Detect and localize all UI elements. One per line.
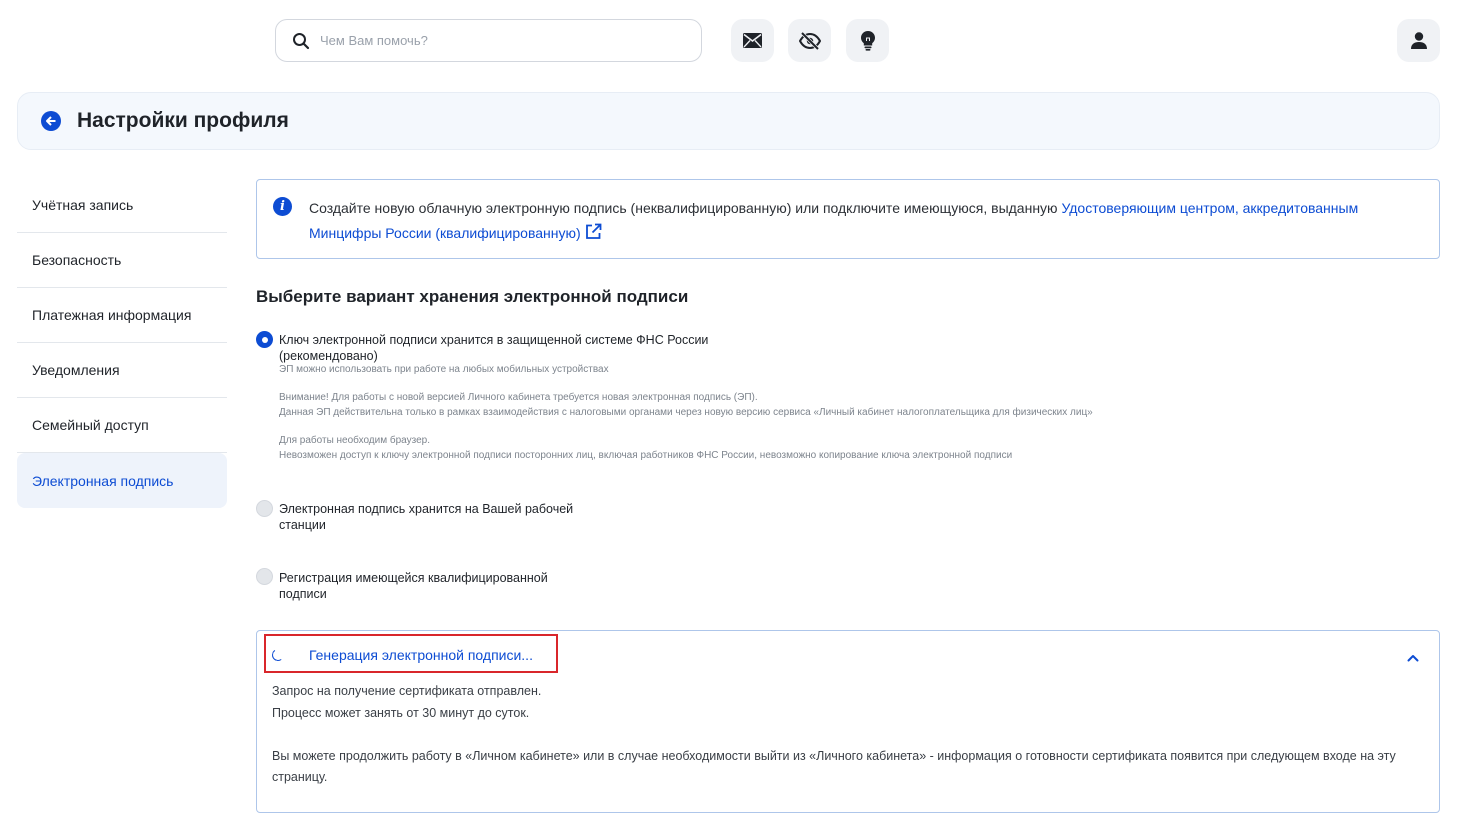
search-icon bbox=[291, 31, 311, 51]
chevron-up-icon bbox=[1407, 655, 1419, 662]
info-text: Создайте новую облачную электронную подп… bbox=[309, 196, 1419, 246]
option-qualified-line2: подписи bbox=[279, 587, 327, 601]
page-title: Настройки профиля bbox=[77, 109, 289, 132]
option-workstation-label: Электронная подпись хранится на Вашей ра… bbox=[279, 501, 573, 533]
option-fns-note-mobile: ЭП можно использовать при работе на любы… bbox=[279, 364, 609, 375]
sidebar-item-security[interactable]: Безопасность bbox=[17, 233, 227, 288]
option-fns-note-browser-line2: Невозможен доступ к ключу электронной по… bbox=[279, 449, 1013, 461]
storage-section-title: Выберите вариант хранения электронной по… bbox=[256, 287, 689, 306]
generation-line-request-sent: Запрос на получение сертификата отправле… bbox=[272, 684, 542, 698]
option-workstation-line1: Электронная подпись хранится на Вашей ра… bbox=[279, 502, 574, 516]
lightbulb-icon bbox=[860, 30, 875, 51]
search-placeholder: Чем Вам помочь? bbox=[320, 33, 428, 48]
option-fns-note-warning-line1: Внимание! Для работы с новой версией Лич… bbox=[279, 392, 758, 403]
user-icon bbox=[1410, 32, 1427, 49]
collapse-button[interactable] bbox=[1407, 649, 1419, 667]
eye-off-icon bbox=[798, 31, 821, 50]
profile-button[interactable] bbox=[1397, 19, 1440, 62]
sidebar-item-e-signature[interactable]: Электронная подпись bbox=[17, 453, 227, 508]
option-fns-storage-line1: Ключ электронной подписи хранится в защи… bbox=[279, 333, 709, 347]
info-message: Создайте новую облачную электронную подп… bbox=[309, 200, 1062, 216]
option-fns-note-browser-line1: Для работы необходим браузер. bbox=[279, 435, 430, 446]
option-fns-note-browser: Для работы необходим браузер. Невозможен… bbox=[279, 434, 1012, 463]
radio-fns-storage[interactable] bbox=[256, 331, 273, 348]
option-workstation-line2: станции bbox=[279, 518, 326, 532]
settings-sidebar: Учётная запись Безопасность Платежная ин… bbox=[17, 178, 227, 508]
option-fns-note-warning: Внимание! Для работы с новой версией Лич… bbox=[279, 391, 1093, 420]
arrow-left-icon bbox=[46, 116, 56, 126]
generation-line-duration: Процесс может занять от 30 минут до суто… bbox=[272, 705, 530, 720]
radio-workstation-storage[interactable] bbox=[256, 500, 273, 517]
option-qualified-line1: Регистрация имеющейся квалифицированной bbox=[279, 571, 548, 585]
option-qualified-label: Регистрация имеющейся квалифицированной … bbox=[279, 570, 548, 602]
sidebar-item-notifications[interactable]: Уведомления bbox=[17, 343, 227, 398]
back-button[interactable] bbox=[41, 111, 61, 131]
mail-button[interactable] bbox=[731, 19, 774, 62]
visibility-button[interactable] bbox=[788, 19, 831, 62]
generation-accordion: Генерация электронной подписи... Запрос … bbox=[256, 630, 1440, 813]
info-banner: i Создайте новую облачную электронную по… bbox=[256, 179, 1440, 259]
external-link-icon bbox=[585, 223, 602, 239]
mail-icon bbox=[743, 33, 762, 48]
tips-button[interactable] bbox=[846, 19, 889, 62]
generation-title[interactable]: Генерация электронной подписи... bbox=[309, 647, 533, 663]
option-fns-note-warning-line2: Данная ЭП действительна только в рамках … bbox=[279, 406, 1093, 418]
sidebar-item-payment[interactable]: Платежная информация bbox=[17, 288, 227, 343]
option-fns-storage-label: Ключ электронной подписи хранится в защи… bbox=[279, 332, 708, 364]
sidebar-item-family-access[interactable]: Семейный доступ bbox=[17, 398, 227, 453]
generation-line-continue: Вы можете продолжить работу в «Личном ка… bbox=[272, 748, 1396, 785]
page-header: Настройки профиля bbox=[17, 92, 1440, 150]
info-icon: i bbox=[273, 197, 292, 216]
search-input[interactable]: Чем Вам помочь? bbox=[275, 19, 702, 62]
option-fns-storage-line2: (рекомендовано) bbox=[279, 349, 378, 363]
sidebar-item-account[interactable]: Учётная запись bbox=[17, 178, 227, 233]
generation-body: Запрос на получение сертификата отправле… bbox=[272, 681, 1422, 789]
radio-qualified-registration[interactable] bbox=[256, 568, 273, 585]
